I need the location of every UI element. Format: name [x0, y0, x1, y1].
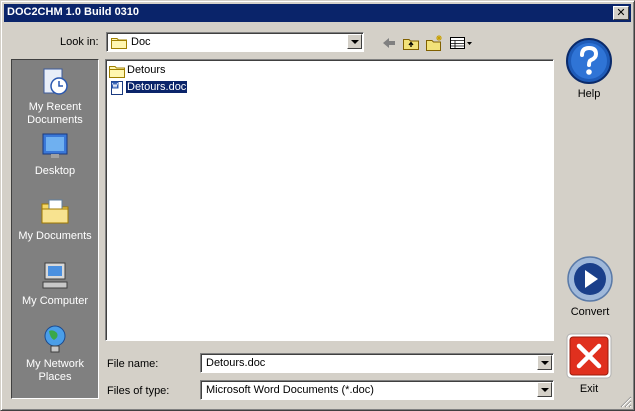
help-label: Help: [577, 88, 601, 100]
view-menu-icon[interactable]: [448, 34, 474, 52]
chevron-down-icon[interactable]: [347, 34, 362, 49]
resize-grip-icon[interactable]: [620, 396, 632, 408]
file-name-field[interactable]: Detours.doc: [200, 353, 554, 373]
look-in-label: Look in:: [60, 36, 99, 48]
place-label: My Documents: [18, 230, 92, 242]
place-label: My Recent Documents: [27, 101, 83, 126]
place-my-documents[interactable]: My Documents: [12, 195, 98, 243]
file-type-select[interactable]: Microsoft Word Documents (*.doc): [200, 380, 554, 400]
place-my-computer[interactable]: My Computer: [12, 260, 98, 308]
network-places-icon: [44, 325, 66, 353]
place-label: My Network Places: [25, 358, 85, 383]
look-in-value: Doc: [131, 36, 151, 48]
exit-button[interactable]: Exit: [563, 332, 615, 395]
recent-documents-icon: [43, 68, 68, 95]
place-my-recent-documents[interactable]: My Recent Documents: [12, 66, 98, 127]
place-my-network-places[interactable]: My Network Places: [12, 323, 98, 384]
up-folder-icon[interactable]: [401, 34, 421, 52]
dialog-window: DOC2CHM 1.0 Build 0310 ✕ Look in: Doc My…: [0, 0, 635, 411]
convert-label: Convert: [570, 306, 610, 318]
places-bar: My Recent Documents Desktop My Documents: [11, 59, 99, 399]
back-arrow-icon[interactable]: [379, 34, 399, 52]
desktop-icon: [42, 133, 68, 158]
play-icon: [567, 256, 613, 302]
exit-label: Exit: [579, 383, 599, 395]
file-name: Detours.doc: [124, 80, 189, 94]
title-bar[interactable]: DOC2CHM 1.0 Build 0310 ✕: [4, 4, 631, 22]
file-type-value: Microsoft Word Documents (*.doc): [206, 384, 374, 396]
file-type-label: Files of type:: [107, 385, 170, 397]
convert-button[interactable]: Convert: [561, 255, 619, 318]
word-document-icon: [111, 81, 123, 95]
place-desktop[interactable]: Desktop: [12, 130, 98, 178]
place-label: Desktop: [34, 165, 76, 177]
file-name-label: File name:: [107, 358, 159, 370]
close-icon[interactable]: ✕: [613, 6, 629, 20]
help-icon: [566, 38, 612, 84]
help-button[interactable]: Help: [563, 37, 615, 100]
my-computer-icon: [42, 262, 68, 289]
new-folder-icon[interactable]: [424, 34, 444, 52]
look-in-combo[interactable]: Doc: [106, 32, 364, 52]
folder-icon: [109, 66, 125, 78]
close-icon: [566, 333, 612, 379]
my-documents-icon: [41, 199, 69, 224]
chevron-down-icon[interactable]: [537, 382, 552, 397]
file-name: Detours: [127, 64, 166, 76]
place-label: My Computer: [21, 295, 89, 307]
file-list[interactable]: Detours Detours.doc: [105, 59, 554, 341]
folder-icon: [111, 38, 127, 49]
window-title: DOC2CHM 1.0 Build 0310: [7, 6, 140, 18]
chevron-down-icon[interactable]: [537, 355, 552, 370]
file-name-value: Detours.doc: [206, 357, 266, 369]
